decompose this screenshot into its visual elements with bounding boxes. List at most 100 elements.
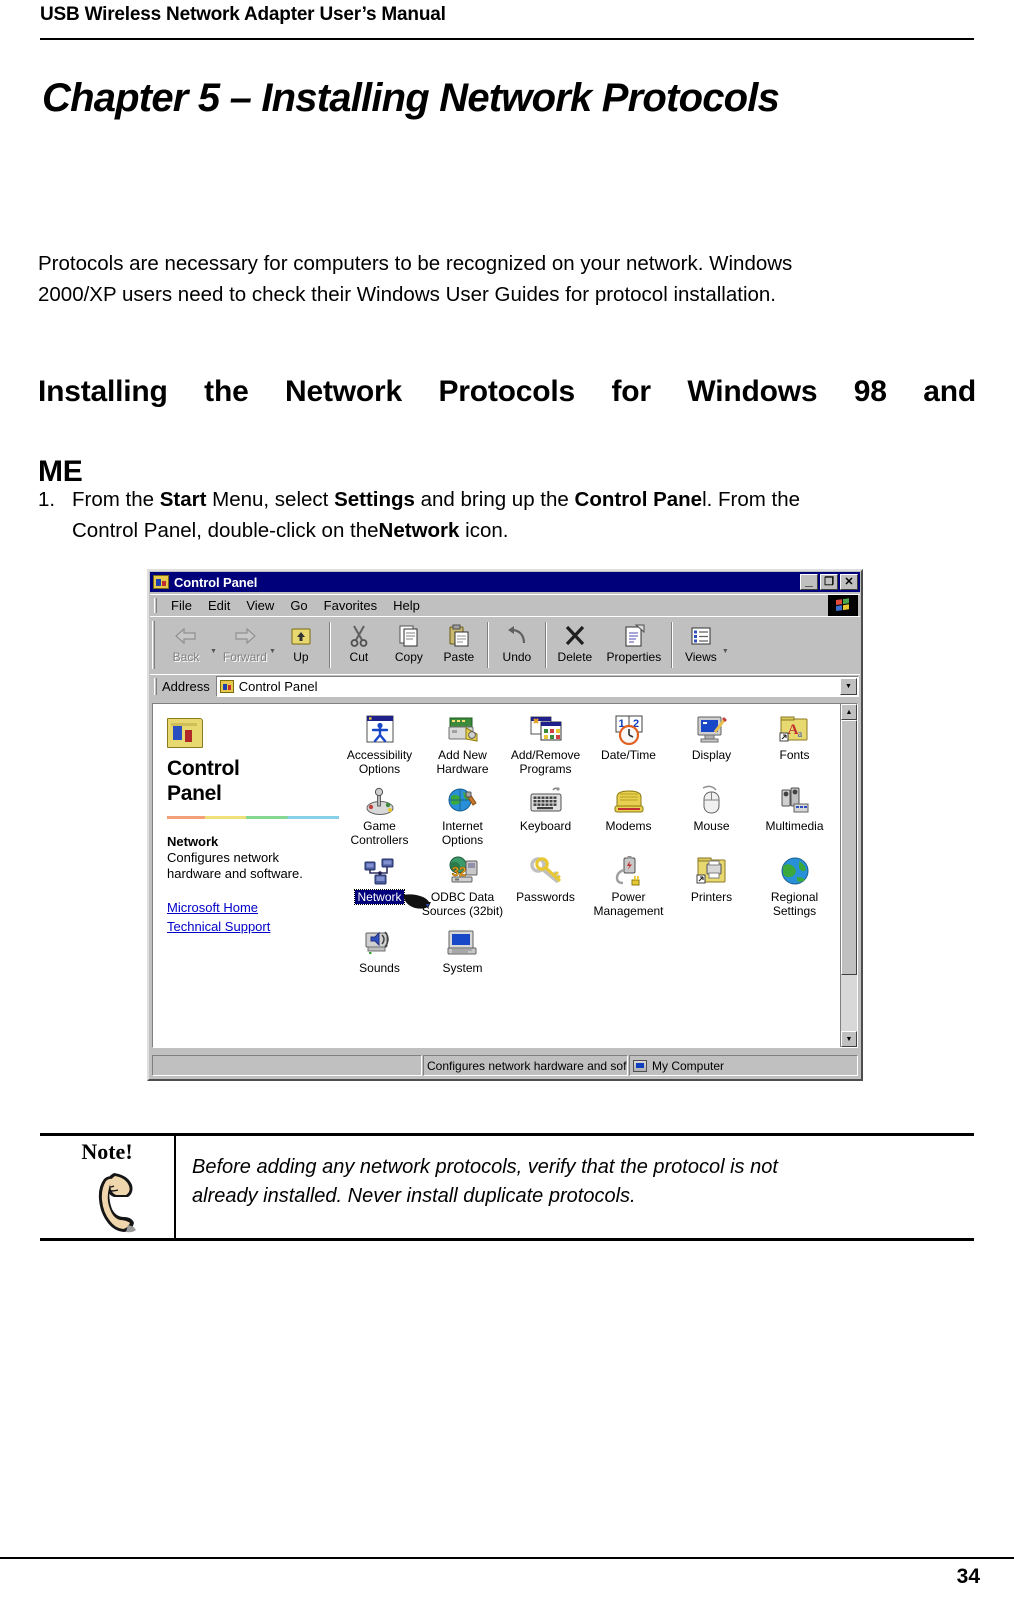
cp-item-power-management[interactable]: Power Management <box>587 856 670 918</box>
menu-edit[interactable]: Edit <box>200 598 238 613</box>
network-icon <box>363 856 397 888</box>
odbc-data-sources-icon: 32 <box>446 856 480 888</box>
toolbar-grip[interactable] <box>152 621 155 669</box>
cp-item-game-controllers[interactable]: Game Controllers <box>338 785 421 847</box>
scroll-up-button[interactable]: ▲ <box>841 704 857 720</box>
scissors-icon <box>346 623 372 649</box>
cp-item-label: System <box>442 961 483 975</box>
cp-item-accessibility-options[interactable]: Accessibility Options <box>338 714 421 776</box>
window-title: Control Panel <box>174 574 258 590</box>
cp-item-regional-settings[interactable]: Regional Settings <box>753 856 836 918</box>
address-value: Control Panel <box>238 679 318 694</box>
menu-go[interactable]: Go <box>282 598 315 613</box>
step-bold-settings: Settings <box>334 488 415 511</box>
cp-item-internet-options[interactable]: Internet Options <box>421 785 504 847</box>
address-dropdown-button[interactable]: ▼ <box>840 678 857 695</box>
cp-item-modems[interactable]: Modems <box>587 785 670 847</box>
cp-item-date-time[interactable]: 12 Date/Time <box>587 714 670 776</box>
toolbar-delete-button[interactable]: Delete <box>550 620 600 664</box>
cp-item-keyboard[interactable]: Keyboard <box>504 785 587 847</box>
control-panel-folder-icon <box>153 575 169 589</box>
cp-item-display[interactable]: Display <box>670 714 753 776</box>
toolbar-properties-button[interactable]: Properties <box>600 620 668 664</box>
step-text-b: Menu, select <box>206 488 335 511</box>
toolbar[interactable]: Back ▼ Forward ▼ Up Cut Copy Paste Undo … <box>150 616 860 672</box>
scrollbar-thumb[interactable] <box>841 720 857 975</box>
sidebar-color-rule <box>167 816 339 819</box>
address-bar[interactable]: Address Control Panel ▼ <box>150 674 860 698</box>
scrollbar-track[interactable] <box>841 720 857 1031</box>
manual-title: USB Wireless Network Adapter User’s Manu… <box>40 4 446 25</box>
add-remove-programs-icon <box>529 714 563 746</box>
cp-item-label: Passwords <box>516 890 575 904</box>
printers-icon <box>695 856 729 888</box>
toolbar-cut-button[interactable]: Cut <box>334 620 384 664</box>
sidebar-title-line-1: Control <box>167 757 240 780</box>
mouse-icon <box>695 785 729 817</box>
toolbar-undo-button[interactable]: Undo <box>492 620 542 664</box>
cp-item-passwords[interactable]: Passwords <box>504 856 587 918</box>
menu-help[interactable]: Help <box>385 598 428 613</box>
menu-view[interactable]: View <box>238 598 282 613</box>
page-header: USB Wireless Network Adapter User’s Manu… <box>40 2 974 28</box>
forward-dropdown-icon[interactable]: ▼ <box>269 648 276 655</box>
minimize-button[interactable]: _ <box>800 573 818 590</box>
toolbar-paste-label: Paste <box>443 650 475 664</box>
step-bold-control-panel: Control Pane <box>574 488 703 511</box>
toolbar-back-label: Back <box>172 650 200 664</box>
status-bar: Configures network hardware and sof My C… <box>152 1055 858 1076</box>
toolbar-up-button[interactable]: Up <box>276 620 326 664</box>
sidebar-desc-line-1: Configures network <box>167 850 279 865</box>
link-technical-support[interactable]: Technical Support <box>167 917 338 936</box>
cp-item-printers[interactable]: Printers <box>670 856 753 918</box>
svg-text:a: a <box>797 729 802 740</box>
step-text-e: Control Panel, double-click on the <box>72 519 379 542</box>
sidebar-selected-description: Configures network hardware and software… <box>167 850 338 882</box>
sidebar-title: Control Panel <box>167 756 338 806</box>
display-icon <box>695 714 729 746</box>
cp-item-multimedia[interactable]: Multimedia <box>753 785 836 847</box>
cp-item-add-new-hardware[interactable]: Add New Hardware <box>421 714 504 776</box>
cp-item-label: Add/Remove Programs <box>510 748 581 776</box>
page-number: 34 <box>956 1565 980 1588</box>
menu-favorites[interactable]: Favorites <box>316 598 385 613</box>
scroll-down-button[interactable]: ▼ <box>841 1031 857 1047</box>
address-input[interactable]: Control Panel ▼ <box>215 676 859 697</box>
link-microsoft-home[interactable]: Microsoft Home <box>167 898 338 917</box>
game-controllers-icon <box>363 785 397 817</box>
close-button[interactable]: ✕ <box>840 574 858 590</box>
cp-item-label: Keyboard <box>519 819 572 833</box>
cp-item-label: Regional Settings <box>770 890 819 918</box>
toolbar-copy-button[interactable]: Copy <box>384 620 434 664</box>
menubar[interactable]: File Edit View Go Favorites Help <box>150 594 860 616</box>
address-grip[interactable] <box>154 678 157 695</box>
control-panel-icon-grid: Accessibility Options Add New Hardware A… <box>338 704 840 1047</box>
toolbar-views-button[interactable]: Views <box>676 620 726 664</box>
cp-item-mouse[interactable]: Mouse <box>670 785 753 847</box>
date-time-icon: 12 <box>612 714 646 746</box>
cp-item-label: Modems <box>605 819 652 833</box>
toolbar-forward-button[interactable]: Forward <box>217 620 273 664</box>
views-dropdown-icon[interactable]: ▼ <box>722 648 729 655</box>
window-titlebar[interactable]: Control Panel _ ❐ ✕ <box>150 572 860 592</box>
window-controls[interactable]: _ ❐ ✕ <box>800 573 858 590</box>
toolbar-copy-label: Copy <box>394 650 423 664</box>
cp-item-fonts[interactable]: Aa Fonts <box>753 714 836 776</box>
control-panel-window[interactable]: Control Panel _ ❐ ✕ File Edit View Go Fa… <box>147 569 863 1081</box>
restore-button[interactable]: ❐ <box>820 574 838 590</box>
back-dropdown-icon[interactable]: ▼ <box>210 648 217 655</box>
windows-logo-icon <box>828 595 858 616</box>
cp-item-add-remove-programs[interactable]: Add/Remove Programs <box>504 714 587 776</box>
toolbar-paste-button[interactable]: Paste <box>434 620 484 664</box>
intro-line-1: Protocols are necessary for computers to… <box>38 252 793 275</box>
cp-item-label: Power Management <box>593 890 664 918</box>
cp-item-sounds[interactable]: Sounds <box>338 927 421 975</box>
content-scrollbar[interactable]: ▲ ▼ <box>840 704 857 1047</box>
menu-file[interactable]: File <box>163 598 200 613</box>
cp-item-system[interactable]: System <box>421 927 504 975</box>
cp-item-label: Printers <box>690 890 733 904</box>
menubar-grip[interactable] <box>154 597 157 613</box>
address-folder-icon <box>219 680 234 693</box>
toolbar-back-button[interactable]: Back <box>158 620 214 664</box>
step-item: 1. From the Start Menu, select Settings … <box>38 484 974 546</box>
